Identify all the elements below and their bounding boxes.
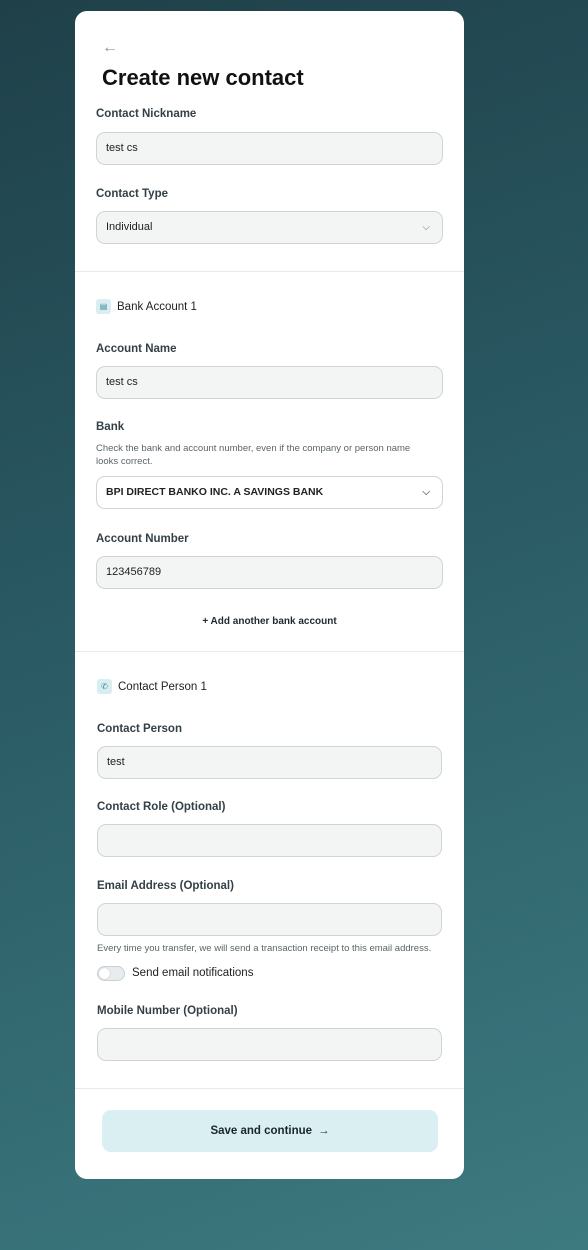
bank-help-text: Check the bank and account number, even … [96, 443, 411, 467]
mobile-number-label: Mobile Number (Optional) [97, 1005, 238, 1017]
contact-person-input[interactable]: test [97, 746, 442, 779]
bank-label: Bank [96, 421, 125, 433]
toggle-knob [99, 968, 110, 979]
contact-person-label: Contact Person [97, 723, 182, 735]
email-help-text: Every time you transfer, we will send a … [97, 943, 432, 954]
account-number-label: Account Number [96, 533, 189, 545]
save-and-continue-button[interactable]: Save and continue → [102, 1110, 438, 1152]
section-divider [75, 651, 464, 652]
contact-type-select[interactable]: Individual ⌵ [96, 211, 443, 244]
mobile-number-input[interactable] [97, 1028, 442, 1061]
bank-select-value: BPI DIRECT BANKO INC. A SAVINGS BANK [106, 486, 324, 498]
chevron-down-icon: ⌵ [422, 222, 430, 233]
account-name-input[interactable]: test cs [96, 366, 443, 399]
contact-person-heading-label: Contact Person 1 [118, 680, 207, 693]
footer-divider [75, 1088, 464, 1089]
account-number-input[interactable]: 123456789 [96, 556, 443, 589]
send-email-notifications-label: Send email notifications [132, 967, 254, 979]
phone-icon: ✆ [97, 679, 112, 694]
bank-account-heading-label: Bank Account 1 [117, 300, 197, 313]
email-address-input[interactable] [97, 903, 442, 936]
contact-role-input[interactable] [97, 824, 442, 857]
save-button-label: Save and continue [210, 1125, 313, 1137]
arrow-right-icon: → [318, 1125, 330, 1137]
section-divider [75, 271, 464, 272]
contact-nickname-label: Contact Nickname [96, 108, 197, 120]
contact-role-label: Contact Role (Optional) [97, 801, 226, 813]
bank-account-heading: ▤ Bank Account 1 [96, 299, 197, 314]
contact-person-heading: ✆ Contact Person 1 [97, 679, 207, 694]
contact-nickname-input[interactable]: test cs [96, 132, 443, 165]
contact-type-label: Contact Type [96, 188, 168, 200]
page-title: Create new contact [102, 65, 304, 90]
add-another-bank-account-link[interactable]: + Add another bank account [75, 616, 464, 627]
contact-type-value: Individual [106, 221, 153, 233]
bank-select[interactable]: BPI DIRECT BANKO INC. A SAVINGS BANK ⌵ [96, 476, 443, 509]
chevron-down-icon: ⌵ [422, 487, 430, 498]
bank-icon: ▤ [96, 299, 111, 314]
send-email-notifications-toggle[interactable] [97, 966, 125, 981]
back-arrow-icon[interactable]: ← [102, 39, 120, 57]
email-address-label: Email Address (Optional) [97, 880, 234, 892]
create-contact-card: ← Create new contact Contact Nickname te… [75, 11, 464, 1179]
account-name-label: Account Name [96, 343, 177, 355]
